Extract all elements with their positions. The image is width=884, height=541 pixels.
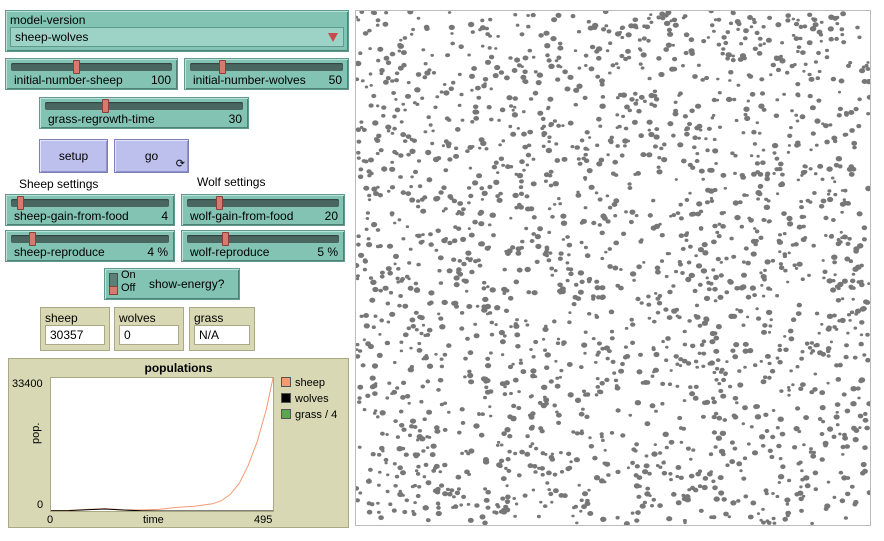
slider-handle[interactable] — [216, 196, 223, 210]
plot-xmax: 495 — [254, 514, 273, 526]
setup-button[interactable]: setup — [39, 139, 108, 173]
plot-ylabel: pop. — [30, 422, 42, 444]
sheep-settings-label: Sheep settings — [19, 177, 99, 191]
sheep-monitor: sheep 30357 — [40, 307, 110, 351]
grass-regrowth-time-slider[interactable]: grass-regrowth-time 30 — [39, 97, 249, 129]
slider-handle[interactable] — [29, 232, 36, 246]
go-button-label: go — [144, 149, 159, 163]
plot-svg — [50, 377, 274, 512]
slider-track[interactable] — [11, 196, 169, 210]
slider-value: 100 — [150, 73, 171, 87]
switch-knob[interactable] — [109, 286, 118, 295]
legend-label: sheep — [295, 377, 325, 389]
slider-name: grass-regrowth-time — [48, 112, 155, 126]
switch-on-label: On — [121, 269, 136, 281]
slider-handle[interactable] — [219, 60, 226, 74]
monitor-label: sheep — [45, 311, 78, 325]
plot-canvas — [50, 377, 274, 512]
monitor-value: 0 — [119, 325, 179, 345]
populations-plot: populations 33400 0 pop. 0 time 495 shee… — [8, 358, 349, 528]
slider-track[interactable] — [187, 196, 339, 210]
monitor-label: wolves — [119, 311, 156, 325]
sheep-gain-from-food-slider[interactable]: sheep-gain-from-food 4 — [5, 194, 175, 226]
slider-value: 4 — [161, 209, 168, 223]
slider-value: 30 — [228, 112, 242, 126]
legend-swatch-wolves — [281, 393, 291, 403]
series-line-sheep — [50, 377, 274, 512]
slider-handle[interactable] — [17, 196, 24, 210]
plot-ymin: 0 — [37, 499, 44, 511]
slider-value: 20 — [324, 209, 338, 223]
slider-track[interactable] — [187, 232, 339, 246]
plot-xlabel: time — [143, 514, 164, 526]
slider-track[interactable] — [190, 60, 343, 74]
legend-swatch-grass — [281, 409, 291, 419]
plot-xmin: 0 — [47, 514, 54, 526]
initial-number-sheep-slider[interactable]: initial-number-sheep 100 — [5, 58, 178, 90]
slider-name: wolf-gain-from-food — [190, 209, 294, 223]
slider-track[interactable] — [11, 60, 172, 74]
wolves-monitor: wolves 0 — [114, 307, 184, 351]
slider-name: wolf-reproduce — [190, 245, 270, 259]
world-view[interactable] — [355, 10, 871, 526]
grass-monitor: grass N/A — [189, 307, 255, 351]
slider-handle[interactable] — [73, 60, 80, 74]
monitor-value: 30357 — [45, 325, 105, 345]
monitor-value: N/A — [194, 325, 250, 345]
setup-button-label: setup — [58, 149, 89, 163]
slider-name: initial-number-wolves — [193, 73, 306, 87]
legend-swatch-sheep — [281, 377, 291, 387]
initial-number-wolves-slider[interactable]: initial-number-wolves 50 — [184, 58, 349, 90]
slider-handle[interactable] — [102, 99, 109, 113]
slider-value: 4 % — [147, 245, 168, 259]
chooser-label: model-version — [10, 13, 86, 27]
monitor-label: grass — [194, 311, 224, 325]
wolf-gain-from-food-slider[interactable]: wolf-gain-from-food 20 — [181, 194, 345, 226]
slider-value: 5 % — [317, 245, 338, 259]
plot-ymax: 33400 — [12, 378, 43, 390]
legend-item-grass: grass / 4 — [281, 409, 337, 421]
switch-track[interactable] — [109, 273, 118, 295]
dropdown-arrow-icon[interactable] — [328, 33, 338, 42]
plot-title: populations — [144, 361, 213, 375]
wolf-reproduce-slider[interactable]: wolf-reproduce 5 % — [181, 230, 345, 262]
slider-track[interactable] — [45, 99, 243, 113]
legend-label: grass / 4 — [295, 409, 338, 421]
slider-name: initial-number-sheep — [14, 73, 123, 87]
chooser-value-text: sheep-wolves — [15, 30, 89, 44]
switch-off-label: Off — [121, 282, 136, 294]
show-energy-switch[interactable]: On Off show-energy? — [104, 268, 240, 300]
slider-name: sheep-gain-from-food — [14, 209, 129, 223]
switch-name: show-energy? — [149, 277, 225, 291]
go-button[interactable]: go ⟳ — [114, 139, 189, 173]
world-canvas[interactable] — [356, 11, 870, 525]
slider-handle[interactable] — [222, 232, 229, 246]
sheep-agents — [356, 11, 870, 525]
slider-name: sheep-reproduce — [14, 245, 105, 259]
model-version-chooser[interactable]: model-version sheep-wolves — [5, 10, 349, 52]
slider-value: 50 — [328, 73, 342, 87]
slider-track[interactable] — [11, 232, 169, 246]
legend-item-sheep: sheep — [281, 377, 325, 389]
forever-icon: ⟳ — [175, 158, 185, 170]
sheep-reproduce-slider[interactable]: sheep-reproduce 4 % — [5, 230, 175, 262]
legend-item-wolves: wolves — [281, 393, 329, 405]
legend-label: wolves — [295, 393, 329, 405]
wolf-settings-label: Wolf settings — [197, 175, 266, 189]
chooser-value[interactable]: sheep-wolves — [10, 27, 344, 47]
